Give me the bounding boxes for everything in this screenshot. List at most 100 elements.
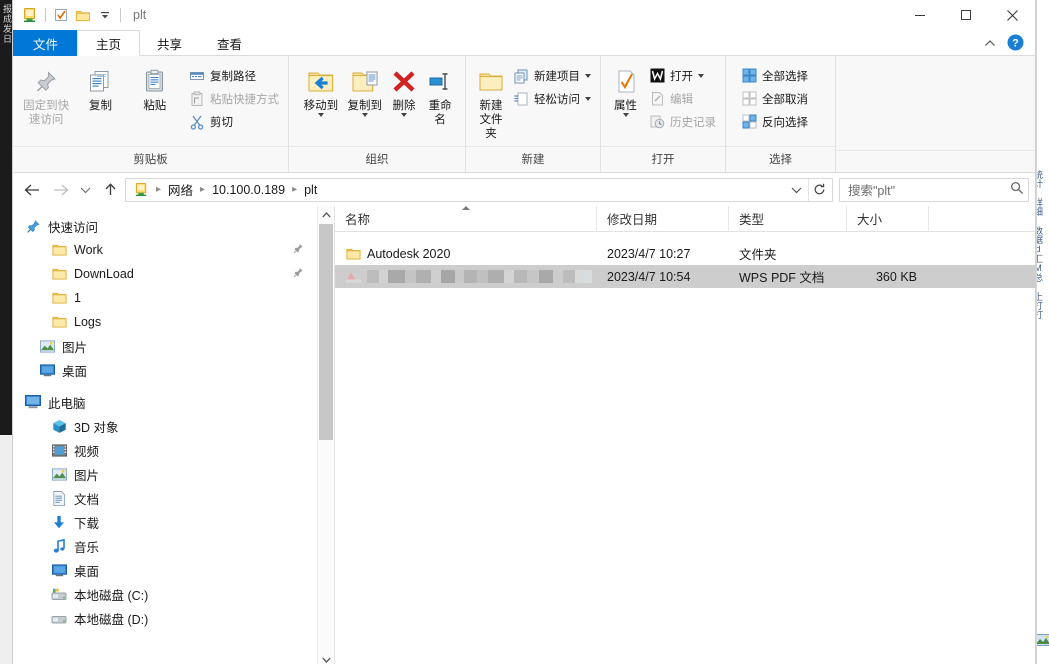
copy-path-button[interactable]: 复制路径 — [186, 65, 282, 86]
properties-button[interactable]: 属性 — [607, 61, 644, 117]
customize-quick-access-caret-icon[interactable] — [94, 4, 116, 26]
open-caret-icon[interactable] — [698, 73, 704, 78]
edit-icon — [649, 91, 665, 107]
easy-access-button[interactable]: 轻松访问 — [510, 88, 594, 109]
breadcrumb-item-0[interactable]: 网络 — [164, 180, 197, 200]
maximize-icon[interactable] — [943, 0, 989, 30]
table-row[interactable]: 2023/4/7 10:54 WPS PDF 文档 360 KB — [335, 265, 1035, 288]
history-button[interactable]: 历史记录 — [646, 111, 719, 132]
address-dropdown-caret-icon[interactable] — [786, 179, 806, 201]
column-header-date-label: 修改日期 — [607, 213, 658, 227]
tab-home[interactable]: 主页 — [77, 30, 141, 56]
search-input[interactable]: 搜索"plt" — [839, 177, 1029, 202]
sidebar-item-label: 3D 对象 — [74, 420, 119, 435]
breadcrumb-item-1[interactable]: 10.100.0.189 — [208, 180, 289, 200]
column-header-size[interactable]: 大小 — [847, 205, 929, 232]
checkbox-icon[interactable] — [50, 4, 72, 26]
file-name-cell: Autodesk 2020 — [335, 242, 597, 265]
properties-caret-icon[interactable] — [622, 113, 629, 117]
back-arrow-icon[interactable] — [19, 177, 45, 203]
chevron-up-icon[interactable] — [981, 34, 999, 52]
select-all-button[interactable]: 全部选择 — [738, 65, 811, 86]
videos-icon — [51, 442, 67, 458]
recent-locations-caret-icon[interactable] — [75, 177, 95, 203]
copy-to-button[interactable]: 复制到 — [343, 61, 387, 117]
paste-shortcut-icon — [189, 91, 205, 107]
invert-selection-button[interactable]: 反向选择 — [738, 111, 811, 132]
scroll-down-icon[interactable] — [318, 651, 334, 664]
search-icon[interactable] — [1010, 181, 1024, 198]
select-none-button[interactable]: 全部取消 — [738, 88, 811, 109]
tab-view[interactable]: 查看 — [199, 30, 260, 56]
sidebar-item-pictures-qa[interactable]: 图片 — [13, 334, 334, 358]
delete-caret-icon[interactable] — [400, 113, 407, 117]
move-to-caret-icon[interactable] — [317, 113, 324, 117]
sidebar-item-music[interactable]: 音乐 — [13, 534, 334, 558]
breadcrumb-separator: ▸ — [292, 184, 298, 195]
new-item-caret-icon[interactable] — [585, 73, 591, 78]
ribbon-group-clipboard: 固定到快 速访问 复制 粘贴 复制路径 粘贴快捷方式 剪切 剪贴板 — [13, 56, 289, 172]
pin-to-quick-access-button[interactable]: 固定到快 速访问 — [19, 61, 73, 127]
help-icon[interactable]: ? — [1007, 34, 1025, 52]
sidebar-item-videos[interactable]: 视频 — [13, 438, 334, 462]
sidebar-item-local-disk-d[interactable]: 本地磁盘 (D:) — [13, 606, 334, 630]
column-header-name[interactable]: 名称 — [335, 205, 597, 232]
sidebar-item-documents[interactable]: 文档 — [13, 486, 334, 510]
sidebar-item-logs[interactable]: Logs — [13, 310, 334, 334]
sidebar-item-3d-objects[interactable]: 3D 对象 — [13, 414, 334, 438]
breadcrumb-root-icon[interactable] — [130, 180, 153, 200]
breadcrumb-item-2[interactable]: plt — [300, 180, 321, 200]
address-bar[interactable]: ▸ 网络 ▸ 10.100.0.189 ▸ plt — [125, 177, 833, 202]
cut-button[interactable]: 剪切 — [186, 111, 282, 132]
file-rows: Autodesk 2020 2023/4/7 10:27 文件夹 2023/4/… — [335, 232, 1035, 288]
sidebar-item-local-disk-c[interactable]: 本地磁盘 (C:) — [13, 582, 334, 606]
move-to-button[interactable]: 移动到 — [299, 61, 343, 117]
sort-ascending-icon — [461, 205, 470, 210]
sidebar-item-pictures[interactable]: 图片 — [13, 462, 334, 486]
history-icon — [649, 114, 665, 130]
paste-shortcut-button[interactable]: 粘贴快捷方式 — [186, 88, 282, 109]
sidebar-item-1[interactable]: 1 — [13, 286, 334, 310]
properties-icon — [612, 65, 640, 99]
scrollbar-thumb[interactable] — [319, 224, 333, 440]
sidebar-item-downloads[interactable]: 下载 — [13, 510, 334, 534]
rename-button[interactable]: 重命名 — [421, 61, 459, 127]
pictures-icon — [39, 338, 55, 354]
column-header-type[interactable]: 类型 — [729, 205, 847, 232]
folder-properties-icon[interactable] — [19, 4, 41, 26]
new-folder-icon[interactable] — [72, 4, 94, 26]
open-button[interactable]: 打开 — [646, 65, 719, 86]
scroll-up-icon[interactable] — [318, 206, 334, 223]
table-row[interactable]: Autodesk 2020 2023/4/7 10:27 文件夹 — [335, 242, 1035, 265]
pin-icon[interactable] — [293, 267, 304, 281]
close-icon[interactable] — [989, 0, 1035, 30]
pin-icon — [32, 65, 60, 99]
easy-access-caret-icon[interactable] — [585, 96, 591, 101]
sidebar-item-desktop[interactable]: 桌面 — [13, 558, 334, 582]
redacted-filename — [367, 269, 597, 285]
sidebar-item-quick-access[interactable]: 快速访问 — [13, 214, 334, 238]
sidebar-item-this-pc[interactable]: 此电脑 — [13, 390, 334, 414]
delete-button[interactable]: 删除 — [387, 61, 422, 117]
sidebar-item-download[interactable]: DownLoad — [13, 262, 334, 286]
tab-file[interactable]: 文件 — [13, 30, 79, 56]
tab-share[interactable]: 共享 — [139, 30, 200, 56]
file-name-label: Autodesk 2020 — [367, 246, 451, 261]
sidebar-item-work[interactable]: Work — [13, 238, 334, 262]
column-header-date[interactable]: 修改日期 — [597, 205, 729, 232]
new-item-button[interactable]: 新建项目 — [510, 65, 594, 86]
copy-to-caret-icon[interactable] — [361, 113, 368, 117]
forward-arrow-icon[interactable] — [47, 177, 73, 203]
copy-button[interactable]: 复制 — [73, 61, 127, 113]
3d-objects-icon — [51, 418, 67, 434]
edit-button[interactable]: 编辑 — [646, 88, 719, 109]
new-folder-button[interactable]: 新建 文件夹 — [474, 61, 508, 141]
refresh-icon[interactable] — [808, 178, 830, 201]
paste-button[interactable]: 粘贴 — [128, 61, 182, 113]
ribbon-controls: ? — [981, 30, 1031, 56]
up-arrow-icon[interactable] — [97, 177, 123, 203]
pin-icon[interactable] — [293, 243, 304, 257]
sidebar-item-desktop-qa[interactable]: 桌面 — [13, 358, 334, 382]
minimize-icon[interactable] — [897, 0, 943, 30]
navigation-scrollbar[interactable] — [317, 206, 334, 664]
